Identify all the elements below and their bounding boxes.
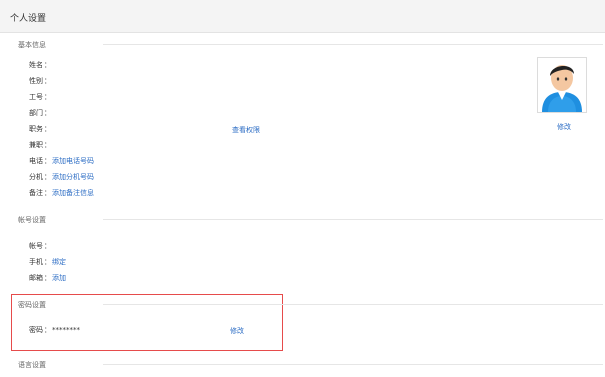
field-phone: 电话：添加电话号码 <box>29 157 94 165</box>
field-part-time: 兼职： <box>29 141 51 149</box>
password-section-highlight <box>11 294 283 351</box>
add-extension-link[interactable]: 添加分机号码 <box>52 173 94 181</box>
field-mobile: 手机：绑定 <box>29 258 66 266</box>
add-note-link[interactable]: 添加备注信息 <box>52 189 94 197</box>
password-settings-heading: 密码设置 <box>18 301 46 309</box>
password-masked-value: ******** <box>52 326 80 334</box>
avatar-edit-link[interactable]: 修改 <box>557 122 571 132</box>
field-employee-id: 工号： <box>29 93 51 101</box>
add-email-link[interactable]: 添加 <box>52 274 66 282</box>
field-gender: 性别： <box>29 77 51 85</box>
password-settings-divider <box>103 304 603 305</box>
page-header: 个人设置 <box>0 0 605 33</box>
account-settings-divider <box>103 219 603 220</box>
language-settings-divider <box>103 364 603 365</box>
field-email: 邮箱：添加 <box>29 274 66 282</box>
field-department: 部门： <box>29 109 51 117</box>
user-avatar-icon <box>542 65 582 112</box>
view-permissions-link[interactable]: 查看权限 <box>232 125 260 135</box>
field-password: 密码：******** <box>29 326 80 334</box>
password-edit-link[interactable]: 修改 <box>230 326 244 336</box>
avatar <box>537 57 587 113</box>
field-extension: 分机：添加分机号码 <box>29 173 94 181</box>
basic-info-divider <box>103 44 603 45</box>
account-settings-heading: 帐号设置 <box>18 216 46 224</box>
basic-info-heading: 基本信息 <box>18 41 46 49</box>
page-title: 个人设置 <box>10 14 47 24</box>
field-account: 帐号： <box>29 242 51 250</box>
field-note: 备注：添加备注信息 <box>29 189 94 197</box>
add-phone-link[interactable]: 添加电话号码 <box>52 157 94 165</box>
field-position: 职务： <box>29 125 51 133</box>
bind-mobile-link[interactable]: 绑定 <box>52 258 66 266</box>
language-settings-heading: 语言设置 <box>18 361 46 369</box>
field-name: 姓名： <box>29 61 51 69</box>
